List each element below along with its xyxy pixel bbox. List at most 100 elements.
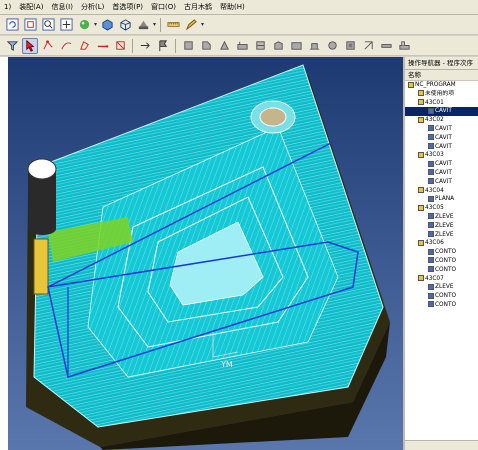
operation-item[interactable]: CAVIT xyxy=(405,178,478,187)
operation-icon xyxy=(428,107,434,114)
menu-bar: 1) 装配(A) 信息(I) 分析(L) 首选项(P) 窗口(O) 古月木鹤 帮… xyxy=(0,0,478,15)
program-group[interactable]: 43C06 xyxy=(405,239,478,248)
operation-item[interactable]: CAVIT xyxy=(405,143,478,152)
refresh-icon[interactable] xyxy=(4,17,20,33)
op-icon-2[interactable] xyxy=(198,38,214,54)
operation-item[interactable]: CONTO xyxy=(405,266,478,275)
operation-icon xyxy=(428,169,434,176)
tree-item-label: CONTO xyxy=(435,257,457,264)
tree-item-label: NC_PROGRAM xyxy=(415,82,456,88)
shaded-sphere-icon[interactable] xyxy=(76,17,92,33)
face-select-icon[interactable] xyxy=(76,38,92,54)
chevron-down-icon-2[interactable]: ▾ xyxy=(153,21,156,28)
op-icon-9[interactable] xyxy=(324,38,340,54)
operation-item[interactable]: CAVIT xyxy=(405,125,478,134)
flag-icon[interactable] xyxy=(155,38,171,54)
program-group[interactable]: 43C03 xyxy=(405,151,478,160)
yellow-clamp xyxy=(33,238,49,295)
operation-icon xyxy=(428,143,434,150)
fit-view-icon[interactable] xyxy=(22,17,38,33)
menu-item-1[interactable]: 1) xyxy=(0,3,15,11)
operation-item[interactable]: CONTO xyxy=(405,301,478,310)
tree-item-label: 43C01 xyxy=(425,99,444,106)
operation-item[interactable]: CAVIT xyxy=(405,107,478,117)
program-group[interactable]: 43C05 xyxy=(405,204,478,213)
program-group[interactable]: 43C04 xyxy=(405,187,478,196)
operation-icon xyxy=(428,213,434,220)
edit-icon[interactable] xyxy=(183,17,199,33)
operation-icon xyxy=(428,301,434,308)
operation-item[interactable]: CONTO xyxy=(405,248,478,257)
navigator-column-name[interactable]: 名称 xyxy=(405,70,478,81)
operation-item[interactable]: CAVIT xyxy=(405,160,478,169)
graphics-viewport[interactable]: YM xyxy=(8,57,403,450)
program-group[interactable]: 未使用的项 xyxy=(405,90,478,99)
program-group[interactable]: 43C07 xyxy=(405,275,478,284)
op-icon-6[interactable] xyxy=(270,38,286,54)
operation-item[interactable]: ZLEVE xyxy=(405,231,478,240)
separator-3 xyxy=(175,38,176,53)
filter-icon[interactable] xyxy=(4,38,20,54)
operation-icon xyxy=(428,195,434,202)
operation-item[interactable]: ZLEVE xyxy=(405,222,478,231)
menu-item-help[interactable]: 帮助(H) xyxy=(216,2,249,12)
folder-icon xyxy=(418,275,424,282)
operation-item[interactable]: CAVIT xyxy=(405,169,478,178)
operation-item[interactable]: ZLEVE xyxy=(405,283,478,292)
tree-item-label: CONTO xyxy=(435,293,457,300)
menu-item-custom[interactable]: 古月木鹤 xyxy=(180,2,216,12)
tree-item-label: CONTO xyxy=(435,266,457,273)
operation-item[interactable]: CAVIT xyxy=(405,134,478,143)
tree-item-label: CAVIT xyxy=(435,178,452,185)
operation-icon xyxy=(428,231,434,238)
operation-icon xyxy=(428,248,434,255)
select-arrow-icon[interactable] xyxy=(22,37,38,54)
pan-icon[interactable] xyxy=(58,17,74,33)
tool-bottom xyxy=(28,223,56,235)
folder-icon xyxy=(418,90,424,97)
section-view-icon[interactable] xyxy=(135,17,151,33)
op-icon-10[interactable] xyxy=(342,38,358,54)
op-icon-5[interactable] xyxy=(252,38,268,54)
operation-item[interactable]: ZLEVE xyxy=(405,213,478,222)
op-icon-4[interactable] xyxy=(234,38,250,54)
folder-icon xyxy=(418,151,424,158)
edge-select-icon[interactable] xyxy=(94,38,110,54)
iso-view-icon[interactable] xyxy=(99,17,115,33)
folder-icon xyxy=(418,239,424,246)
menu-item-preferences[interactable]: 首选项(P) xyxy=(108,2,147,12)
operation-tree: NC_PROGRAM 未使用的项 43C01 CAVIT 43C02 CAVIT CAVIT… xyxy=(405,81,478,310)
op-icon-7[interactable] xyxy=(288,38,304,54)
chevron-down-icon[interactable]: ▾ xyxy=(94,21,97,28)
program-group[interactable]: 43C02 xyxy=(405,116,478,125)
operation-icon xyxy=(428,292,434,299)
menu-item-window[interactable]: 窗口(O) xyxy=(147,2,180,12)
zoom-icon[interactable] xyxy=(40,17,56,33)
folder-icon xyxy=(418,99,424,106)
body-select-icon[interactable] xyxy=(112,38,128,54)
op-icon-12[interactable] xyxy=(378,38,394,54)
menu-item-analysis[interactable]: 分析(L) xyxy=(77,2,108,12)
op-icon-1[interactable] xyxy=(180,38,196,54)
curve-select-icon[interactable] xyxy=(58,38,74,54)
wireframe-cube-icon[interactable] xyxy=(117,17,133,33)
operation-navigator: 操作导航器 - 程序次序 名称 NC_PROGRAM 未使用的项 43C01 CAVI… xyxy=(403,57,478,450)
op-icon-3[interactable] xyxy=(216,38,232,54)
measure-icon[interactable] xyxy=(165,17,181,33)
chevron-down-icon-3[interactable]: ▾ xyxy=(201,21,204,28)
op-icon-13[interactable] xyxy=(396,38,412,54)
op-icon-8[interactable] xyxy=(306,38,322,54)
operation-item[interactable]: PLANA xyxy=(405,195,478,204)
op-icon-11[interactable] xyxy=(360,38,376,54)
operation-icon xyxy=(428,283,434,290)
menu-item-info[interactable]: 信息(I) xyxy=(47,2,77,12)
horizontal-scrollbar[interactable] xyxy=(405,440,478,450)
operation-item[interactable]: CONTO xyxy=(405,292,478,301)
arrow-right-icon[interactable] xyxy=(137,38,153,54)
snap-point-icon[interactable] xyxy=(40,38,56,54)
program-group[interactable]: 43C01 xyxy=(405,99,478,108)
operation-item[interactable]: CONTO xyxy=(405,257,478,266)
selection-toolbar xyxy=(0,36,478,56)
menu-item-assembly[interactable]: 装配(A) xyxy=(15,2,47,12)
program-root[interactable]: NC_PROGRAM xyxy=(405,81,478,90)
